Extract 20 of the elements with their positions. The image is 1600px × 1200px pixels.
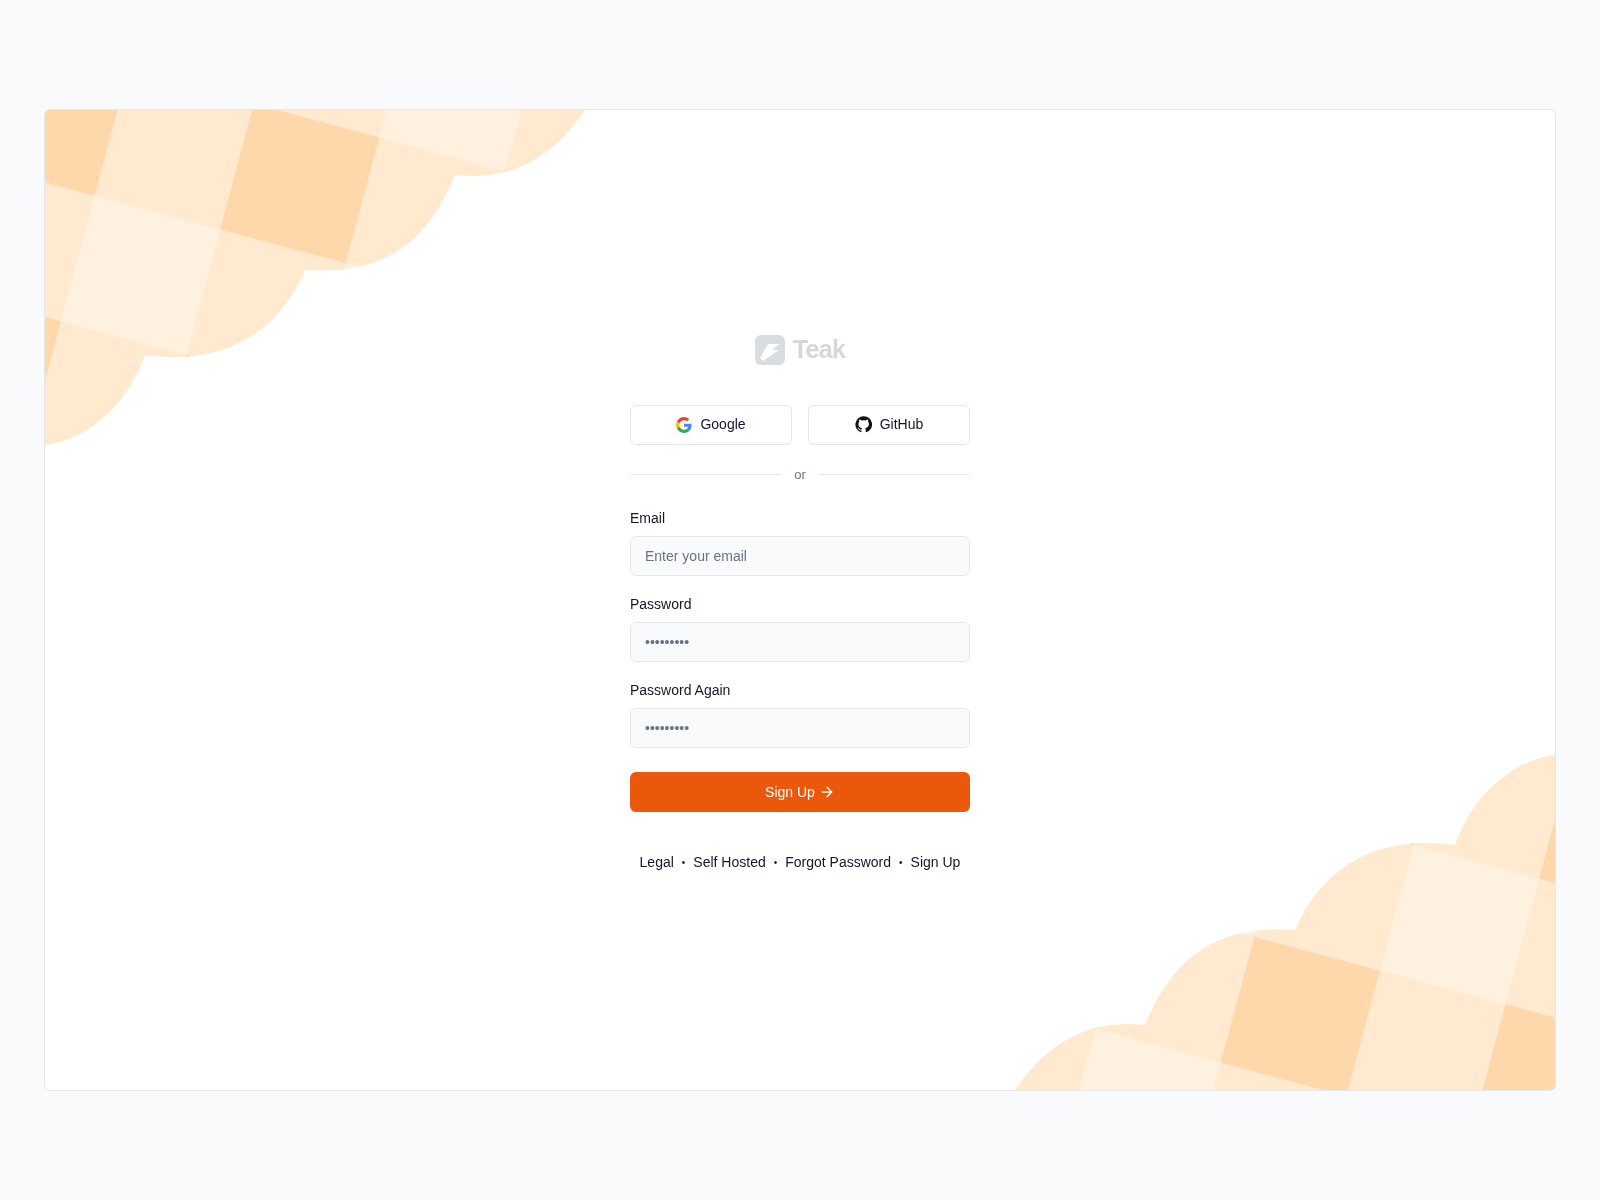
field-label: Email: [630, 509, 666, 528]
sign-up-button[interactable]: Sign Up: [630, 772, 970, 812]
separator-dot: •: [773, 856, 778, 870]
logo-icon: [754, 334, 785, 365]
input-field[interactable]: Enter your email: [630, 536, 970, 576]
google-logo-icon: [676, 416, 693, 433]
footer-link[interactable]: Forgot Password: [785, 852, 892, 873]
footer-link[interactable]: Sign Up: [910, 852, 961, 873]
google-button[interactable]: Google: [630, 404, 792, 445]
separator-dot: •: [681, 856, 686, 870]
field-label: Password Again: [630, 681, 732, 700]
separator-dot: •: [899, 856, 903, 870]
field-label: Password: [630, 595, 693, 614]
input-field[interactable]: •••••••••: [630, 708, 970, 748]
github-logo-icon: [854, 416, 872, 433]
footer-link[interactable]: Legal: [639, 852, 674, 873]
input-field[interactable]: •••••••••: [630, 622, 970, 662]
footer-link[interactable]: Self Hosted: [693, 852, 766, 873]
github-button[interactable]: GitHub: [808, 404, 970, 445]
divider-text: or: [794, 465, 806, 484]
